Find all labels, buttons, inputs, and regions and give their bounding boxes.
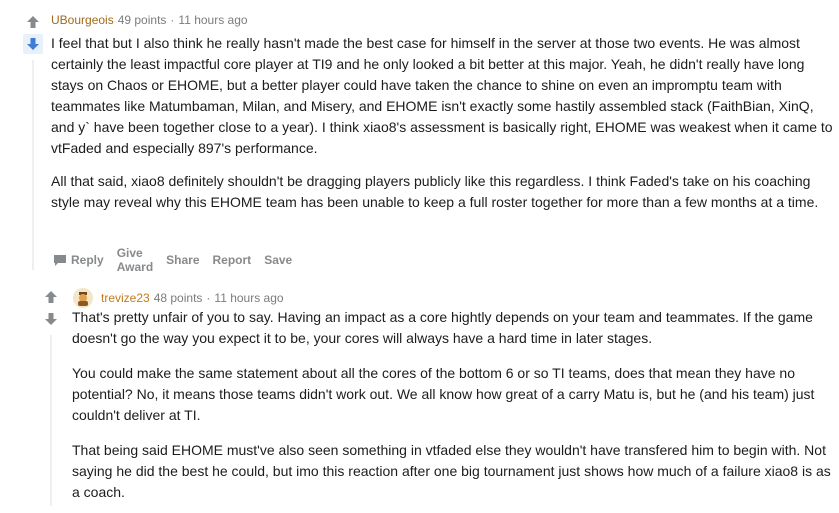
user-avatar-icon[interactable] [73, 288, 93, 308]
vote-column [21, 12, 45, 54]
reply-label: Reply [71, 253, 104, 267]
vote-column [39, 287, 63, 329]
comment-paragraph: All that said, xiao8 definitely shouldn'… [51, 173, 819, 210]
timestamp[interactable]: 11 hours ago [214, 291, 283, 305]
points-count: 49 points [117, 13, 167, 27]
report-button[interactable]: Report [213, 253, 252, 267]
thread-line[interactable] [32, 60, 34, 270]
points-count: 48 points [153, 291, 203, 305]
thread-line[interactable] [50, 335, 52, 506]
share-button[interactable]: Share [166, 253, 199, 267]
downvote-button[interactable] [23, 34, 43, 54]
save-label: Save [264, 253, 293, 267]
upvote-button[interactable] [23, 12, 43, 32]
save-button[interactable]: Save [264, 253, 292, 267]
timestamp[interactable]: 11 hours ago [178, 13, 247, 27]
speech-bubble-icon [54, 255, 66, 266]
author-username[interactable]: UBourgeois [51, 13, 114, 27]
downvote-arrow-icon [27, 38, 39, 50]
upvote-button[interactable] [41, 287, 61, 307]
comment-meta: trevize23 48 points · 11 hours ago [73, 288, 284, 308]
comment-paragraph: I feel that but I also think he really h… [51, 35, 833, 156]
author-username[interactable]: trevize23 [101, 291, 150, 305]
comment-paragraph: That being said EHOME must've also seen … [72, 442, 831, 500]
report-label: Report [212, 253, 252, 267]
comment-paragraph: That's pretty unfair of you to say. Havi… [72, 309, 813, 346]
upvote-arrow-icon [45, 291, 57, 303]
meta-separator: · [170, 13, 175, 27]
comment-paragraph: You could make the same statement about … [72, 365, 815, 423]
share-label: Share [166, 253, 200, 267]
comment-body: That's pretty unfair of you to say. Havi… [72, 307, 834, 513]
comment-actions: Reply Give Award Share Report Save [53, 246, 305, 274]
upvote-arrow-icon [27, 16, 39, 28]
comment-meta: UBourgeois 49 points · 11 hours ago [51, 13, 248, 27]
give-award-label: Give Award [116, 246, 154, 274]
downvote-arrow-icon [45, 313, 57, 325]
comment-body: I feel that but I also think he really h… [51, 33, 837, 223]
reply-button[interactable]: Reply [53, 253, 104, 267]
downvote-button[interactable] [41, 309, 61, 329]
give-award-button[interactable]: Give Award [117, 246, 153, 274]
meta-separator: · [206, 291, 211, 305]
